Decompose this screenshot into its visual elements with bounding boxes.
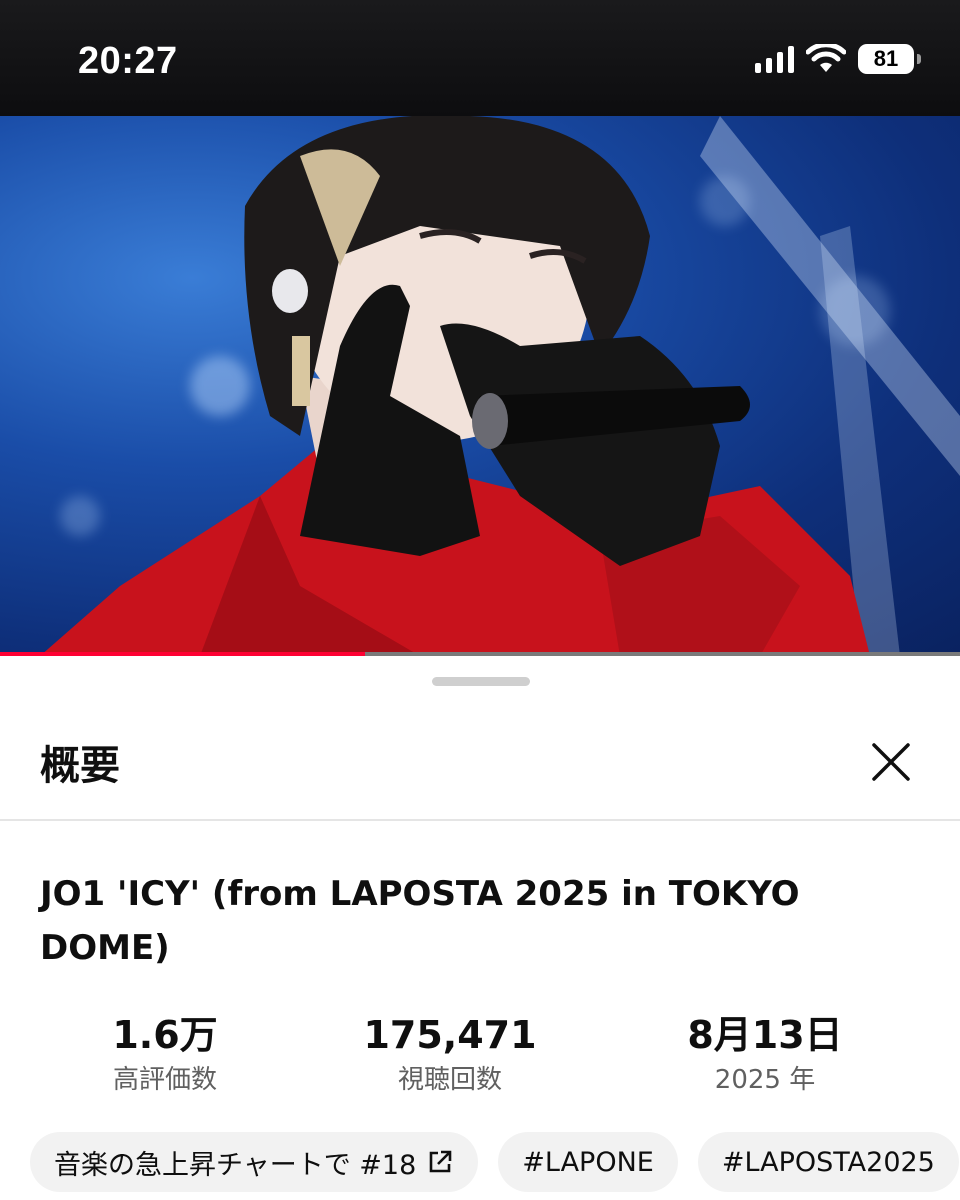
chip-hashtag-lapone[interactable]: #LAPONE [498,1132,678,1192]
chip-trending-chart[interactable]: 音楽の急上昇チャートで #18 [30,1132,479,1192]
video-title: JO1 'ICY' (from LAPOSTA 2025 in TOKYO DO… [40,874,800,968]
upload-date: 8月13日 [687,1013,843,1057]
battery-icon: 81 [858,44,921,74]
sheet-drag-handle[interactable] [432,677,530,686]
status-icons: 81 [755,44,921,74]
wifi-icon [806,44,846,72]
chip-lapone-label: #LAPONE [522,1146,654,1178]
upload-year: 2025 年 [714,1065,816,1095]
status-time: 20:27 [78,40,178,82]
video-player[interactable] [0,116,960,656]
status-bar: 20:27 81 [0,0,960,116]
views-label: 視聴回数 [397,1065,502,1095]
close-button[interactable] [866,737,916,787]
video-thumbnail-performer [40,116,960,656]
upload-date-stat: 8月13日 2025 年 [660,1012,870,1100]
chip-trending-label: 音楽の急上昇チャートで #18 [54,1149,417,1181]
description-sheet: 概要 JO1 'ICY' (from LAPOSTA 2025 in TOKYO… [0,657,960,1200]
video-progress-fill [0,652,365,656]
external-link-icon [429,1150,452,1173]
sheet-title: 概要 [40,743,120,789]
chip-row: 音楽の急上昇チャートで #18 #LAPONE #LAPOSTA2025 [30,1132,959,1192]
close-icon [872,743,910,781]
sheet-divider [0,819,960,821]
chip-hashtag-laposta2025[interactable]: #LAPOSTA2025 [697,1132,959,1192]
video-progress-bar[interactable] [0,652,960,656]
likes-count: 1.6万 [112,1013,218,1057]
signal-icon [755,45,794,73]
views-count: 175,471 [363,1013,537,1057]
views-stat: 175,471 視聴回数 [340,1012,560,1100]
battery-level: 81 [873,46,899,71]
chip-laposta-label: #LAPOSTA2025 [721,1146,935,1178]
likes-stat: 1.6万 高評価数 [70,1012,260,1100]
likes-label: 高評価数 [112,1065,217,1095]
